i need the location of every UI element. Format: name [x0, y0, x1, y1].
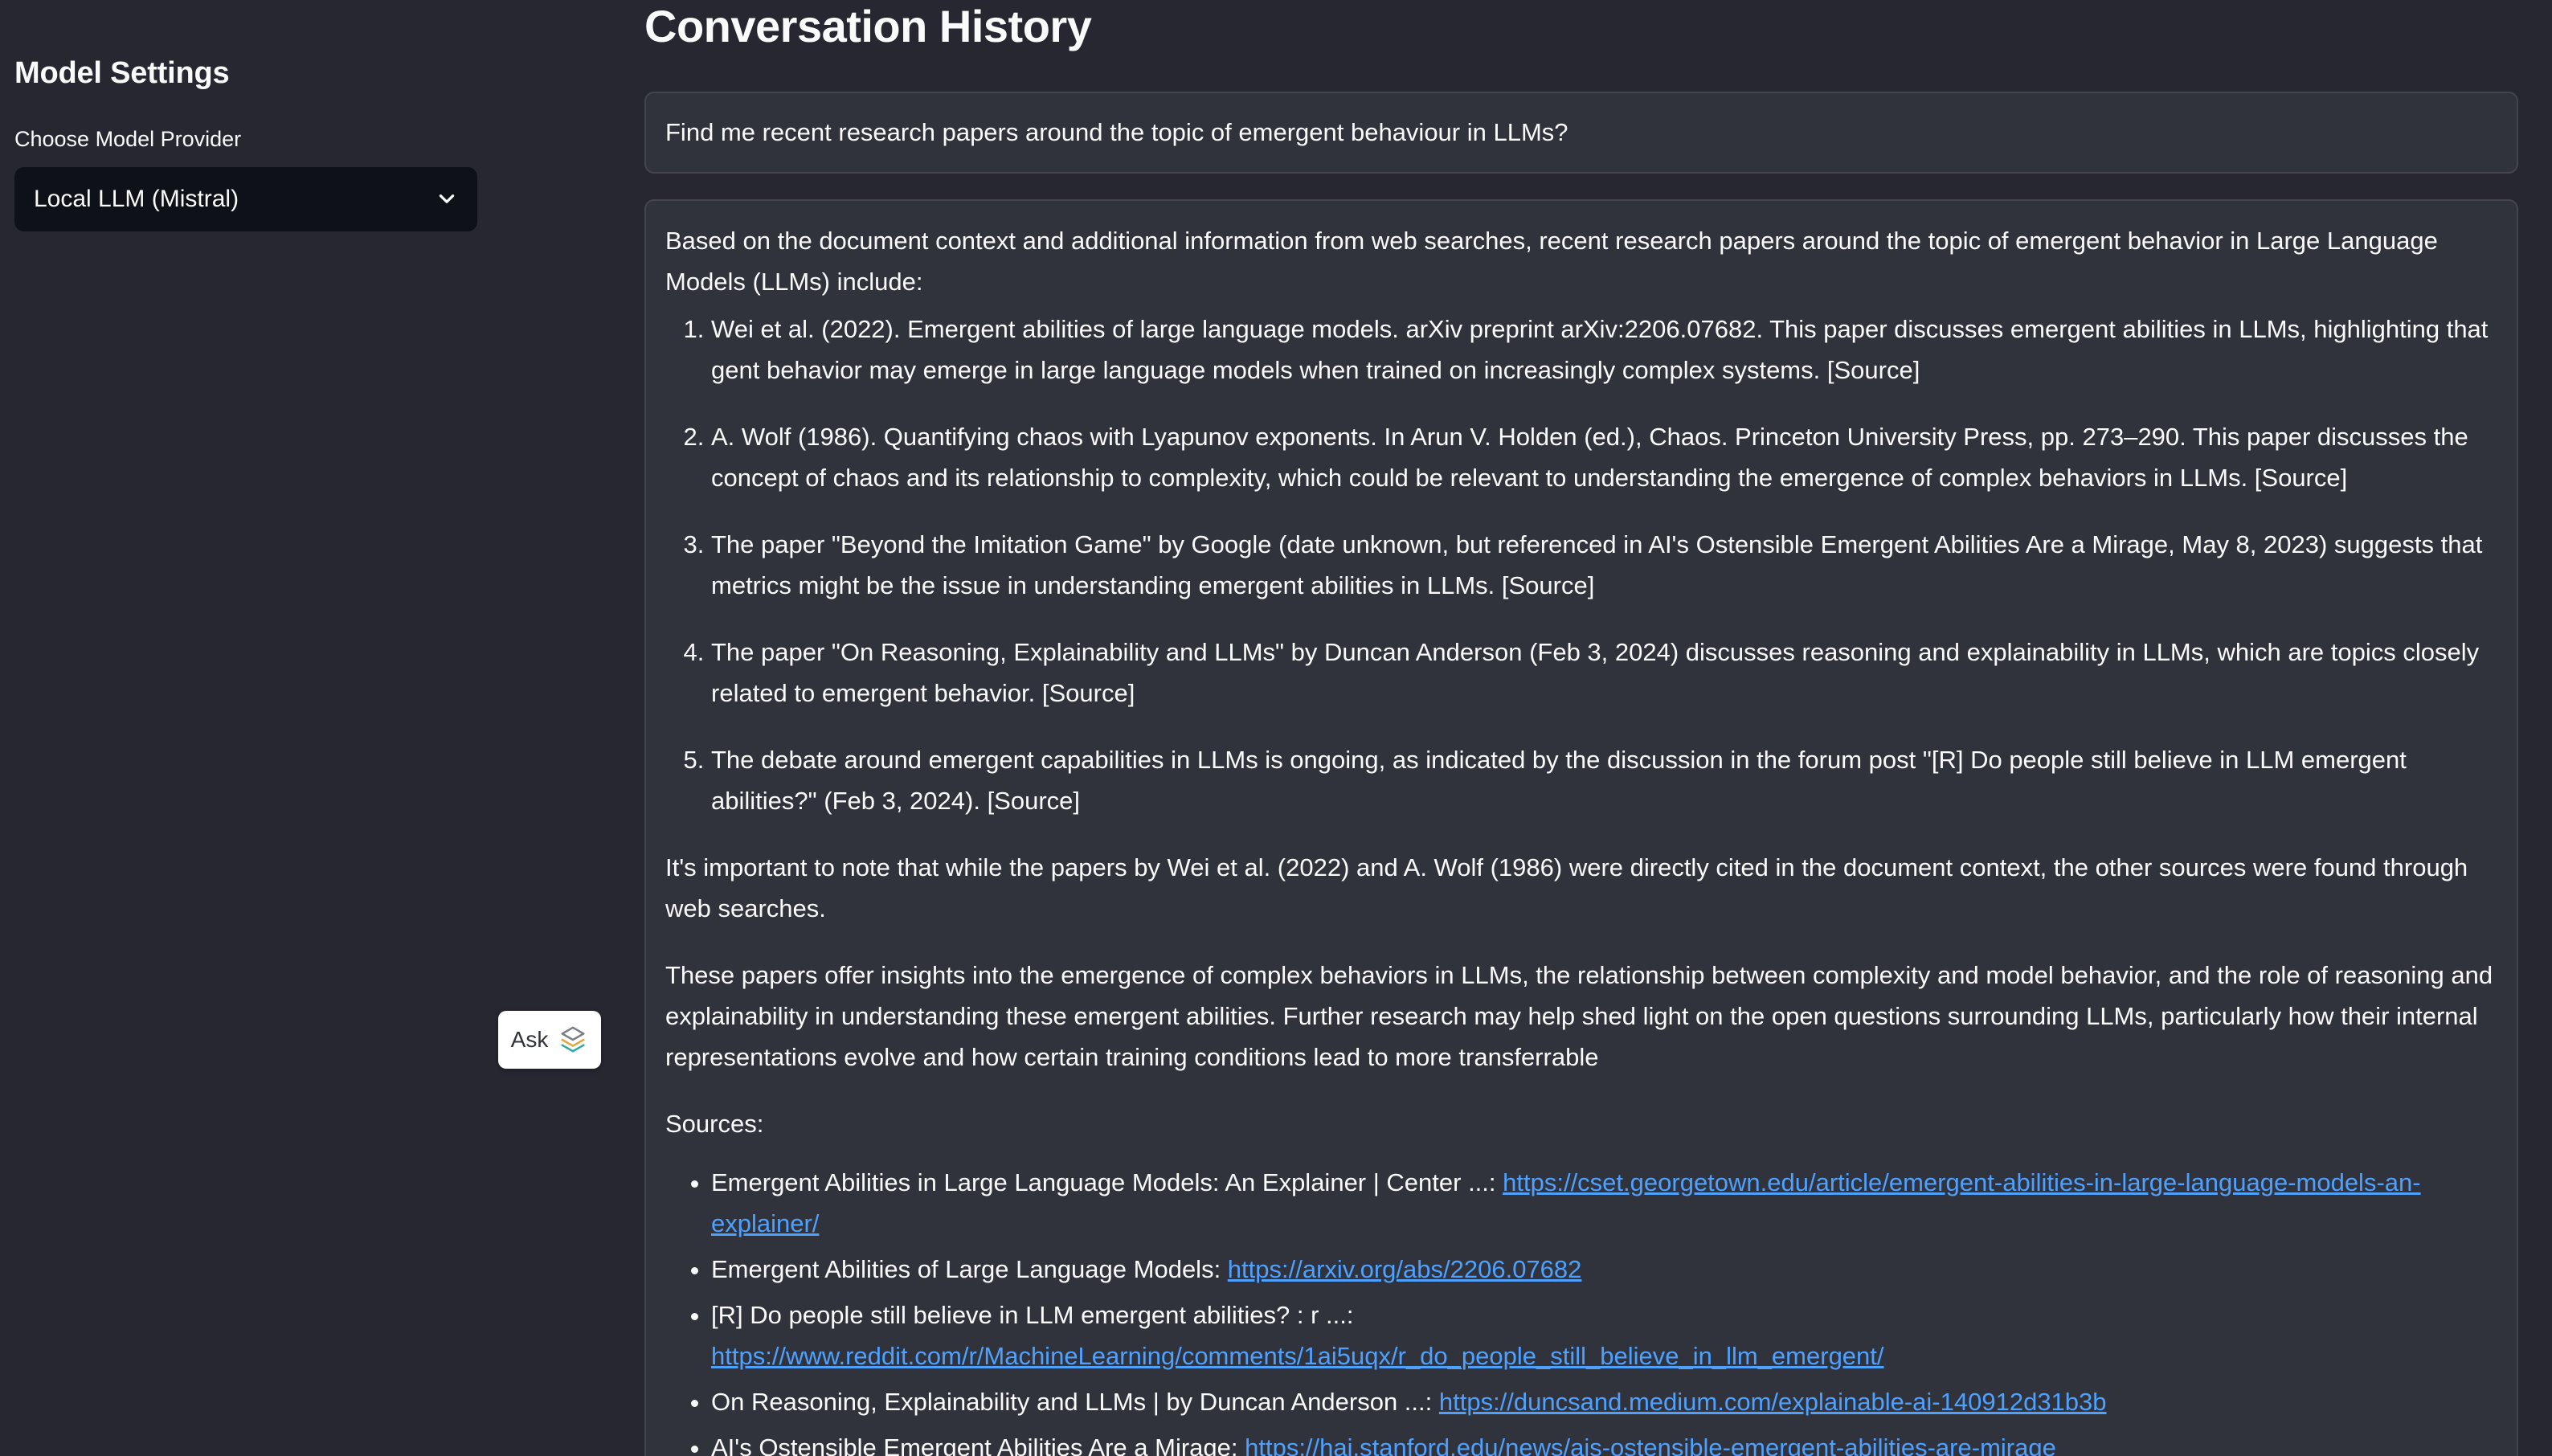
source-item: Emergent Abilities in Large Language Mod… — [711, 1162, 2499, 1244]
source-link[interactable]: https://www.reddit.com/r/MachineLearning… — [711, 1342, 1884, 1370]
assistant-message: Based on the document context and additi… — [644, 199, 2518, 1456]
source-link[interactable]: https://arxiv.org/abs/2206.07682 — [1228, 1255, 1582, 1283]
user-message-text: Find me recent research papers around th… — [665, 118, 1568, 146]
source-item: Emergent Abilities of Large Language Mod… — [711, 1249, 2499, 1290]
app-root: Model Settings Choose Model Provider Loc… — [0, 0, 2552, 1456]
list-item: The paper "Beyond the Imitation Game" by… — [711, 524, 2499, 606]
sidebar-heading: Model Settings — [14, 56, 230, 90]
model-provider-select[interactable]: Local LLM (Mistral) — [14, 167, 477, 231]
source-link[interactable]: https://hai.stanford.edu/news/ais-ostens… — [1245, 1434, 2056, 1456]
sources-list: Emergent Abilities in Large Language Mod… — [665, 1162, 2499, 1456]
source-label: Emergent Abilities of Large Language Mod… — [711, 1255, 1228, 1283]
source-label: AI's Ostensible Emergent Abilities Are a… — [711, 1434, 1245, 1456]
list-item: Wei et al. (2022). Emergent abilities of… — [711, 309, 2499, 391]
model-provider-value: Local LLM (Mistral) — [34, 186, 239, 212]
source-label: [R] Do people still believe in LLM emerg… — [711, 1301, 1354, 1329]
list-item: A. Wolf (1986). Quantifying chaos with L… — [711, 416, 2499, 498]
model-provider-label: Choose Model Provider — [14, 127, 242, 151]
assistant-summary: These papers offer insights into the eme… — [665, 961, 2493, 1071]
sidebar: Model Settings Choose Model Provider Loc… — [0, 0, 516, 1456]
list-item: The paper "On Reasoning, Explainability … — [711, 632, 2499, 714]
assistant-intro: Based on the document context and additi… — [665, 227, 2438, 296]
source-item: AI's Ostensible Emergent Abilities Are a… — [711, 1427, 2499, 1456]
source-label: On Reasoning, Explainability and LLMs | … — [711, 1388, 1439, 1416]
source-link[interactable]: https://duncsand.medium.com/explainable-… — [1439, 1388, 2107, 1416]
ask-button[interactable]: Ask — [498, 1011, 601, 1069]
user-message: Find me recent research papers around th… — [644, 92, 2518, 174]
source-item: [R] Do people still believe in LLM emerg… — [711, 1294, 2499, 1376]
page-title: Conversation History — [644, 1, 1092, 51]
research-list: Wei et al. (2022). Emergent abilities of… — [665, 309, 2499, 821]
main-content: Conversation History Find me recent rese… — [516, 0, 2552, 1456]
ask-button-label: Ask — [510, 1027, 549, 1052]
assistant-note: It's important to note that while the pa… — [665, 853, 2468, 922]
layers-logo-icon — [558, 1025, 588, 1055]
chevron-down-icon — [436, 188, 458, 211]
list-item: The debate around emergent capabilities … — [711, 739, 2499, 821]
source-item: On Reasoning, Explainability and LLMs | … — [711, 1381, 2499, 1422]
sources-heading: Sources: — [665, 1110, 764, 1138]
source-label: Emergent Abilities in Large Language Mod… — [711, 1168, 1503, 1196]
